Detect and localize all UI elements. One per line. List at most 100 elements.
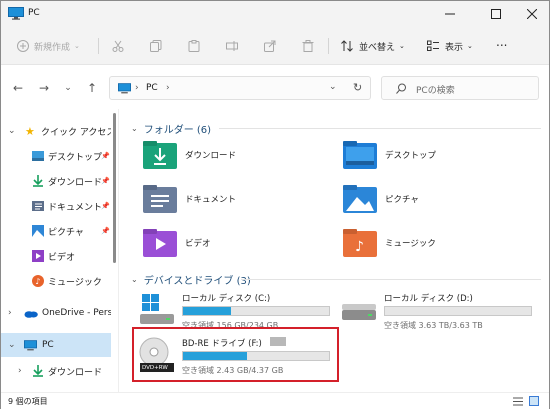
sidebar-item-label: デスクトップ	[48, 152, 103, 163]
windows-drive-icon	[140, 294, 174, 324]
new-button[interactable]: 新規作成 ⌄	[17, 37, 80, 55]
command-bar: 新規作成 ⌄ 並べ替え ⌄ 表示 ⌄ ...	[1, 27, 549, 65]
sidebar-item-music[interactable]: ♪ ミュージック	[1, 269, 111, 293]
forward-button[interactable]: →	[37, 81, 51, 95]
sidebar-item-documents[interactable]: ドキュメント 📌	[1, 194, 111, 218]
sidebar-item-videos[interactable]: ビデオ	[1, 244, 111, 268]
group-header-label: フォルダー (6)	[143, 125, 212, 136]
sidebar-item-pictures[interactable]: ピクチャ 📌	[1, 219, 111, 243]
chevron-right-icon: ›	[135, 83, 139, 93]
view-list-icon	[427, 40, 439, 51]
view-button[interactable]: 表示 ⌄	[427, 37, 473, 55]
details-view-icon[interactable]	[513, 397, 523, 406]
pc-monitor-icon	[8, 7, 24, 20]
rename-button[interactable]	[226, 37, 238, 55]
plus-circle-icon	[17, 40, 29, 52]
recent-button[interactable]: ⌄	[61, 82, 75, 94]
separator	[328, 38, 329, 54]
cloud-icon	[24, 310, 38, 318]
sidebar-item-label: ダウンロード	[48, 367, 103, 378]
sidebar-item-downloads[interactable]: ダウンロード 📌	[1, 169, 111, 193]
address-bar[interactable]: › PC › ⌄ ↻	[109, 76, 371, 100]
arrow-up-icon: ↑	[86, 81, 98, 95]
title-bar: PC	[1, 1, 549, 27]
chevron-down-icon: ⌄	[131, 124, 138, 133]
videos-folder-icon	[143, 229, 177, 257]
download-icon	[33, 175, 43, 187]
sort-button[interactable]: 並べ替え ⌄	[341, 37, 405, 55]
address-dropdown-icon[interactable]: ⌄	[329, 82, 337, 92]
sidebar-item-label: ピクチャ	[48, 227, 84, 238]
sidebar-item-pc-downloads[interactable]: › ダウンロード	[1, 359, 111, 383]
pin-icon: 📌	[101, 227, 110, 235]
sidebar-item-label: ドキュメント	[48, 202, 103, 213]
folder-pictures[interactable]: ピクチャ	[343, 185, 419, 213]
drive-usage-fill	[183, 307, 232, 315]
sidebar-item-desktop[interactable]: デスクトップ 📌	[1, 144, 111, 168]
folders-group-header[interactable]: ⌄ フォルダー (6)	[131, 121, 211, 136]
sidebar-item-onedrive[interactable]: › OneDrive - Perso	[1, 301, 111, 325]
sort-label: 並べ替え	[359, 42, 396, 53]
tiles-view-icon[interactable]	[529, 396, 539, 406]
minimize-button[interactable]	[431, 1, 469, 27]
breadcrumb-pc[interactable]: PC	[146, 83, 158, 93]
chevron-down-icon: ⌄	[64, 83, 72, 93]
drive-usage-bar	[384, 306, 532, 316]
trash-icon	[302, 40, 314, 52]
drives-group-header[interactable]: ⌄ デバイスとドライブ (3)	[131, 272, 251, 287]
video-icon	[32, 250, 44, 262]
item-count: 9 個の項目	[8, 397, 48, 406]
arrow-right-icon: →	[38, 81, 50, 95]
share-button[interactable]	[264, 37, 276, 55]
paste-button[interactable]	[188, 37, 200, 55]
sidebar-item-pc[interactable]: ⌄ PC	[1, 333, 111, 357]
folder-videos[interactable]: ビデオ	[143, 229, 211, 257]
drive-usage-bar	[182, 306, 330, 316]
close-button[interactable]	[513, 1, 550, 27]
folder-downloads[interactable]: ダウンロード	[143, 141, 236, 169]
pc-monitor-icon	[24, 339, 37, 350]
pictures-icon	[32, 225, 44, 237]
search-placeholder: PCの検索	[416, 86, 455, 96]
chevron-right-icon: ›	[18, 366, 22, 376]
delete-button[interactable]	[302, 37, 314, 55]
drive-d[interactable]: ローカル ディスク (D:) 空き領域 3.63 TB/3.63 TB	[336, 292, 546, 332]
svg-text:♪: ♪	[35, 277, 40, 286]
folder-music[interactable]: ♪ ミュージック	[343, 229, 436, 257]
folder-desktop[interactable]: デスクトップ	[343, 141, 436, 169]
scissors-icon	[112, 40, 124, 52]
drive-c[interactable]: ローカル ディスク (C:) 空き領域 156 GB/234 GB	[134, 292, 334, 332]
up-button[interactable]: ↑	[85, 81, 99, 95]
drive-name: ローカル ディスク (C:)	[182, 294, 271, 304]
back-button[interactable]: ←	[11, 81, 25, 95]
maximize-icon	[491, 9, 501, 19]
group-header-label: デバイスとドライブ (3)	[143, 276, 251, 287]
sidebar-item-label: ミュージック	[48, 277, 102, 288]
document-icon	[32, 201, 44, 211]
refresh-icon[interactable]: ↻	[353, 81, 362, 94]
pin-icon: 📌	[101, 202, 110, 210]
chevron-right-icon: ›	[8, 308, 12, 318]
maximize-button[interactable]	[477, 1, 515, 27]
music-folder-icon: ♪	[343, 229, 377, 257]
pc-monitor-icon	[118, 83, 131, 94]
pictures-folder-icon	[343, 185, 377, 213]
chevron-right-icon: ›	[166, 83, 170, 93]
search-box[interactable]: PCの検索	[381, 76, 539, 100]
cut-button[interactable]	[112, 37, 124, 55]
minimize-icon	[445, 13, 455, 15]
more-label: ...	[496, 35, 508, 49]
arrow-left-icon: ←	[12, 81, 24, 95]
chevron-down-icon: ⌄	[467, 42, 473, 50]
more-button[interactable]: ...	[496, 33, 507, 51]
folder-documents[interactable]: ドキュメント	[143, 185, 236, 213]
sidebar-item-label: ダウンロード	[48, 177, 103, 188]
download-folder-icon	[143, 141, 177, 169]
folder-label: ビデオ	[185, 239, 211, 249]
folder-label: ミュージック	[385, 239, 436, 249]
copy-button[interactable]	[150, 37, 162, 55]
sidebar-item-label: ビデオ	[48, 252, 76, 263]
search-icon	[396, 83, 406, 94]
sidebar-scrollbar[interactable]	[113, 113, 116, 263]
sidebar-item-quick-access[interactable]: ⌄ ★ クイック アクセス	[1, 119, 111, 143]
